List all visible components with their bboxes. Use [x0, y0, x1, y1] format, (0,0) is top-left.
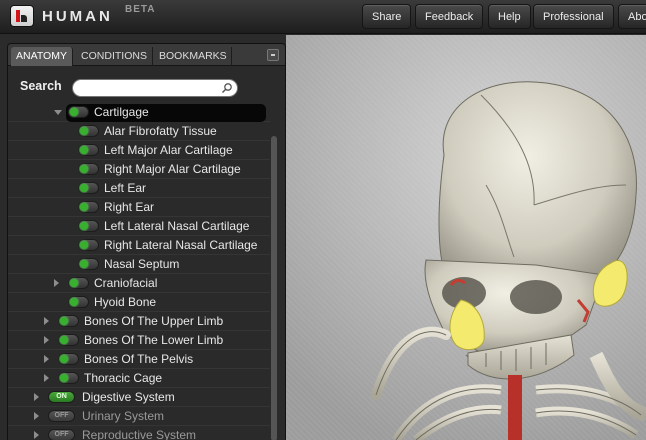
tree-item-label: Hyoid Bone	[94, 295, 157, 309]
tree-item-label: Reproductive System	[82, 428, 197, 440]
tree-item[interactable]: Alar Fibrofatty Tissue	[8, 122, 270, 141]
visibility-toggle[interactable]	[78, 258, 99, 270]
visibility-toggle[interactable]	[58, 315, 79, 327]
visibility-toggle[interactable]	[58, 334, 79, 346]
tree-item[interactable]: Left Ear	[8, 179, 270, 198]
help-button[interactable]: Help	[488, 4, 531, 29]
visibility-toggle[interactable]	[78, 201, 99, 213]
beta-badge: BETA	[125, 4, 156, 15]
expand-arrow-right-icon[interactable]	[34, 412, 39, 420]
tree-item[interactable]: Bones Of The Upper Limb	[8, 312, 270, 331]
system-on-off-toggle[interactable]: ON	[48, 391, 75, 403]
tree-item-label: Digestive System	[82, 390, 175, 404]
tab-conditions[interactable]: CONDITIONS	[76, 47, 153, 66]
logo-icon	[11, 6, 33, 26]
visibility-toggle[interactable]	[78, 144, 99, 156]
tab-anatomy[interactable]: ANATOMY	[11, 47, 73, 66]
feedback-button[interactable]: Feedback	[415, 4, 484, 29]
tree-item-label: Left Major Alar Cartilage	[104, 143, 233, 157]
panel-tabs: ANATOMY CONDITIONS BOOKMARKS	[8, 44, 285, 66]
system-on-off-toggle[interactable]: OFF	[48, 410, 75, 422]
tree-item[interactable]: Hyoid Bone	[8, 293, 270, 312]
tree-item[interactable]: Nasal Septum	[8, 255, 270, 274]
search-icon[interactable]	[221, 82, 233, 94]
anatomy-tree: Cartilgage Alar Fibrofatty Tissue Left Maj…	[8, 103, 270, 440]
tree-item[interactable]: Bones Of The Pelvis	[8, 350, 270, 369]
expand-arrow-right-icon[interactable]	[44, 355, 49, 363]
visibility-toggle[interactable]	[68, 106, 89, 118]
tree-item-label: Right Lateral Nasal Cartilage	[104, 238, 258, 252]
expand-arrow-right-icon[interactable]	[54, 279, 59, 287]
search-label: Search	[20, 79, 62, 93]
anatomy-3d-viewer[interactable]	[286, 35, 646, 440]
tree-item-label: Bones Of The Lower Limb	[84, 333, 224, 347]
expand-arrow-right-icon[interactable]	[34, 431, 39, 439]
visibility-toggle[interactable]	[78, 125, 99, 137]
tree-item[interactable]: Right Major Alar Cartilage	[8, 160, 270, 179]
panel-minimize-button[interactable]	[267, 49, 279, 61]
toggle-state-text: OFF	[54, 412, 69, 419]
tree-item[interactable]: Thoracic Cage	[8, 369, 270, 388]
system-on-off-toggle[interactable]: OFF	[48, 429, 75, 440]
share-button[interactable]: Share	[362, 4, 412, 29]
tree-item-label: Left Lateral Nasal Cartilage	[104, 219, 250, 233]
tree-item-label: Bones Of The Upper Limb	[84, 314, 224, 328]
tree-item[interactable]: Left Lateral Nasal Cartilage	[8, 217, 270, 236]
tab-bookmarks[interactable]: BOOKMARKS	[154, 47, 232, 66]
brand-name: HUMAN	[42, 8, 113, 25]
tree-item[interactable]: Left Major Alar Cartilage	[8, 141, 270, 160]
tree-scrollbar[interactable]	[271, 136, 277, 440]
about-button[interactable]: Abo	[618, 4, 646, 29]
side-panel: ANATOMY CONDITIONS BOOKMARKS Search Cart…	[7, 43, 286, 440]
tree-item-label: Right Major Alar Cartilage	[104, 162, 241, 176]
visibility-toggle[interactable]	[58, 353, 79, 365]
expand-arrow-right-icon[interactable]	[44, 374, 49, 382]
tree-item[interactable]: Bones Of The Lower Limb	[8, 331, 270, 350]
expand-arrow-down-icon[interactable]	[54, 110, 62, 115]
expand-arrow-right-icon[interactable]	[34, 393, 39, 401]
visibility-toggle[interactable]	[68, 277, 89, 289]
tree-item-label: Bones Of The Pelvis	[84, 352, 194, 366]
top-bar: HUMAN BETA Share Feedback Help Professio…	[0, 0, 646, 34]
tree-item[interactable]: Right Ear	[8, 198, 270, 217]
search-input[interactable]	[72, 79, 238, 97]
tree-item[interactable]: Right Lateral Nasal Cartilage	[8, 236, 270, 255]
tree-item[interactable]: Craniofacial	[8, 274, 270, 293]
visibility-toggle[interactable]	[78, 220, 99, 232]
tree-item[interactable]: OFF Urinary System	[8, 407, 270, 426]
visibility-toggle[interactable]	[78, 239, 99, 251]
visibility-toggle[interactable]	[58, 372, 79, 384]
toggle-state-text: OFF	[54, 431, 69, 438]
tree-item-label: Left Ear	[104, 181, 147, 195]
tree-item-label: Alar Fibrofatty Tissue	[104, 124, 217, 138]
skeleton-model	[371, 81, 646, 440]
tree-item-label: Craniofacial	[94, 276, 158, 290]
tree-item-label: Nasal Septum	[104, 257, 180, 271]
tree-item[interactable]: Cartilgage	[8, 103, 270, 122]
visibility-toggle[interactable]	[78, 163, 99, 175]
visibility-toggle[interactable]	[68, 296, 89, 308]
tree-item[interactable]: ON Digestive System	[8, 388, 270, 407]
expand-arrow-right-icon[interactable]	[44, 336, 49, 344]
visibility-toggle[interactable]	[78, 182, 99, 194]
expand-arrow-right-icon[interactable]	[44, 317, 49, 325]
toggle-state-text: ON	[56, 393, 67, 400]
tree-item-label: Right Ear	[104, 200, 155, 214]
tree-item-label: Cartilgage	[94, 105, 149, 119]
professional-button[interactable]: Professional	[533, 4, 614, 29]
tree-item-label: Urinary System	[82, 409, 165, 423]
tree-item[interactable]: OFF Reproductive System	[8, 426, 270, 440]
tree-item-label: Thoracic Cage	[84, 371, 163, 385]
